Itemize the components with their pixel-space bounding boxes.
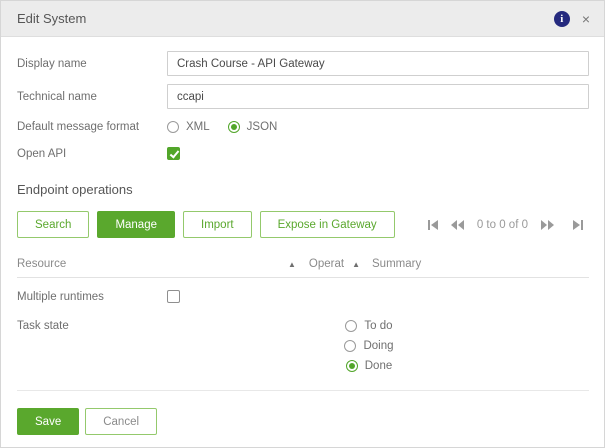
first-page-icon[interactable] <box>422 219 445 230</box>
endpoint-operations-toolbar: Search Manage Import Expose in Gateway 0… <box>17 211 589 238</box>
dialog-title: Edit System <box>17 11 87 26</box>
task-state-done-label: Done <box>364 360 393 372</box>
column-header-resource[interactable]: Resource <box>17 258 288 270</box>
open-api-checkbox[interactable] <box>167 147 180 160</box>
sort-ascending-icon[interactable]: ▲ <box>288 260 296 269</box>
technical-name-input[interactable] <box>167 84 589 109</box>
default-message-format-label: Default message format <box>17 121 140 133</box>
close-icon[interactable]: × <box>582 12 590 26</box>
task-state-doing-label: Doing <box>363 340 394 352</box>
multiple-runtimes-checkbox[interactable] <box>167 290 180 303</box>
sort-ascending-icon[interactable]: ▲ <box>352 260 360 269</box>
technical-name-row: Technical name <box>17 84 589 109</box>
radio-unchecked-icon <box>344 340 357 352</box>
table-header-divider <box>17 277 589 278</box>
task-state-radio-todo[interactable]: To do <box>345 320 393 332</box>
task-state-label: Task state <box>17 320 69 332</box>
info-icon[interactable]: i <box>553 10 570 27</box>
format-radio-json[interactable]: JSON <box>227 121 278 133</box>
dialog-body: Display name Technical name Default mess… <box>1 37 604 435</box>
display-name-label: Display name <box>17 57 87 70</box>
endpoint-operations-section-title: Endpoint operations <box>17 182 133 197</box>
search-button[interactable]: Search <box>17 211 90 238</box>
cancel-button[interactable]: Cancel <box>85 408 158 435</box>
radio-unchecked-icon <box>167 121 179 133</box>
footer-divider <box>17 390 589 391</box>
display-name-row: Display name <box>17 51 589 76</box>
format-radio-xml[interactable]: XML <box>167 121 210 133</box>
radio-checked-icon <box>345 360 358 372</box>
multiple-runtimes-label: Multiple runtimes <box>17 290 104 303</box>
header-icons: i × <box>553 10 590 27</box>
last-page-icon[interactable] <box>566 219 589 230</box>
task-state-todo-label: To do <box>364 320 393 332</box>
previous-page-icon[interactable] <box>445 219 470 230</box>
format-radio-xml-label: XML <box>186 121 210 133</box>
manage-button[interactable]: Manage <box>97 211 175 238</box>
default-message-format-row: Default message format XML JSON <box>17 121 589 133</box>
next-page-icon[interactable] <box>535 219 560 230</box>
save-button[interactable]: Save <box>17 408 80 435</box>
radio-unchecked-icon <box>345 320 358 332</box>
import-button[interactable]: Import <box>183 211 252 238</box>
multiple-runtimes-row: Multiple runtimes <box>17 290 589 303</box>
dialog-footer: Save Cancel <box>17 408 589 435</box>
radio-checked-icon <box>227 121 240 133</box>
technical-name-label: Technical name <box>17 90 97 103</box>
task-state-radio-doing[interactable]: Doing <box>344 340 394 352</box>
toolbar-button-group: Search Manage Import Expose in Gateway <box>17 211 395 238</box>
task-state-row: Task state To do Doing Done <box>17 320 589 372</box>
open-api-label: Open API <box>17 147 67 160</box>
dialog-header: Edit System i × <box>1 1 604 37</box>
display-name-input[interactable] <box>167 51 589 76</box>
pagination-range-text: 0 to 0 of 0 <box>476 218 528 231</box>
pagination: 0 to 0 of 0 <box>422 219 589 231</box>
open-api-row: Open API <box>17 147 589 160</box>
expose-in-gateway-button[interactable]: Expose in Gateway <box>259 211 395 238</box>
column-header-summary[interactable]: Summary <box>372 258 421 270</box>
operations-table-header: Resource ▲ Operat ▲ Summary <box>17 258 589 270</box>
task-state-radio-done[interactable]: Done <box>345 360 393 372</box>
edit-system-dialog: Edit System i × Display name Technical n… <box>0 0 605 448</box>
format-radio-json-label: JSON <box>246 121 278 133</box>
column-header-operation[interactable]: Operat <box>309 258 344 270</box>
